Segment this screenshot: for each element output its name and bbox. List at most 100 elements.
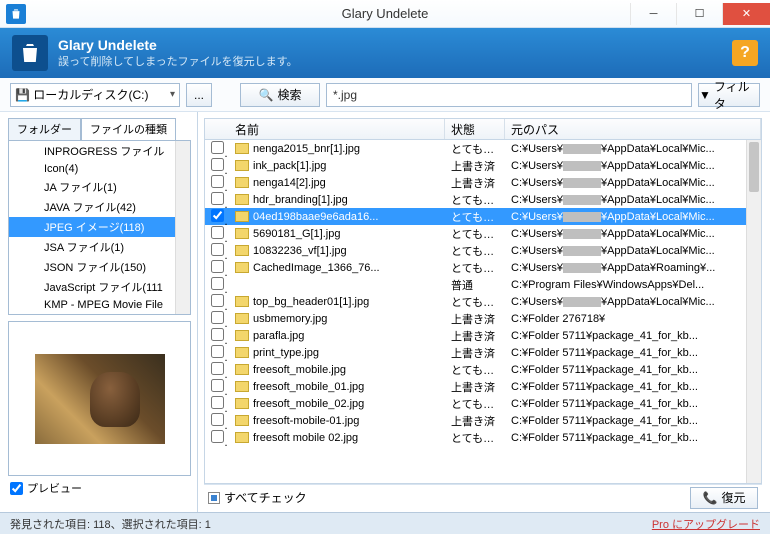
row-checkbox[interactable] xyxy=(211,413,224,426)
file-row[interactable]: freesoft_mobile_01.jpg上書き済C:¥Folder 5711… xyxy=(205,378,761,395)
row-checkbox[interactable] xyxy=(211,141,224,154)
file-name: usbmemory.jpg xyxy=(229,313,445,325)
col-state[interactable]: 状態 xyxy=(445,119,505,139)
file-state: とても良い xyxy=(445,226,505,242)
file-row[interactable]: freesoft-mobile-01.jpg上書き済C:¥Folder 5711… xyxy=(205,412,761,429)
row-checkbox[interactable] xyxy=(211,175,224,188)
browse-button[interactable]: ... xyxy=(186,83,212,107)
col-path[interactable]: 元のパス xyxy=(505,119,761,139)
file-state: 上書き済 xyxy=(445,345,505,361)
tree-item[interactable]: JPEG イメージ(118) xyxy=(9,217,190,237)
search-button[interactable]: 🔍 検索 xyxy=(240,83,320,107)
file-name: parafla.jpg xyxy=(229,330,445,342)
row-checkbox[interactable] xyxy=(211,294,224,307)
row-checkbox[interactable] xyxy=(211,345,224,358)
list-footer: すべてチェック 📞 復元 xyxy=(204,484,762,510)
type-tree[interactable]: INPROGRESS ファイルIcon(4)JA ファイル(1)JAVA ファイ… xyxy=(8,140,191,315)
row-checkbox[interactable] xyxy=(211,209,224,222)
tree-item[interactable]: KMP - MPEG Movie File xyxy=(9,297,190,313)
check-all-input[interactable] xyxy=(208,492,220,504)
row-checkbox[interactable] xyxy=(211,328,224,341)
file-name: print_type.jpg xyxy=(229,347,445,359)
row-checkbox[interactable] xyxy=(211,311,224,324)
row-checkbox[interactable] xyxy=(211,362,224,375)
tree-scrollbar[interactable] xyxy=(175,141,190,314)
file-list[interactable]: nenga2015_bnr[1].jpgとても良いC:¥Users¥¥AppDa… xyxy=(204,140,762,484)
restore-button[interactable]: 📞 復元 xyxy=(690,487,758,509)
tree-item[interactable]: JSON ファイル(150) xyxy=(9,257,190,277)
drive-icon: 💾 xyxy=(15,88,30,102)
drive-select[interactable]: 💾 ローカルディスク(C:) ▾ xyxy=(10,83,180,107)
tree-item[interactable]: JAVA ファイル(42) xyxy=(9,197,190,217)
tab-types[interactable]: ファイルの種類 xyxy=(81,118,176,140)
folder-icon xyxy=(235,211,249,222)
file-row[interactable]: parafla.jpg上書き済C:¥Folder 5711¥package_41… xyxy=(205,327,761,344)
preview-checkbox[interactable]: プレビュー xyxy=(8,476,191,500)
chevron-down-icon: ▾ xyxy=(170,89,175,100)
file-name: freesoft-mobile-01.jpg xyxy=(229,415,445,427)
file-name: ink_pack[1].jpg xyxy=(229,160,445,172)
folder-icon xyxy=(235,245,249,256)
file-row[interactable]: 10832236_vf[1].jpgとても良いC:¥Users¥¥AppData… xyxy=(205,242,761,259)
row-checkbox[interactable] xyxy=(211,430,224,443)
file-path: C:¥Folder 5711¥package_41_for_kb... xyxy=(505,398,745,410)
file-state: とても良い xyxy=(445,396,505,412)
file-row[interactable]: 普通C:¥Program Files¥WindowsApps¥Del... xyxy=(205,276,761,293)
funnel-icon: ▼ xyxy=(699,88,711,102)
file-row[interactable]: CachedImage_1366_76...とても良いC:¥Users¥¥App… xyxy=(205,259,761,276)
row-checkbox[interactable] xyxy=(211,277,224,290)
file-row[interactable]: nenga14[2].jpg上書き済C:¥Users¥¥AppData¥Loca… xyxy=(205,174,761,191)
check-all-label: すべてチェック xyxy=(224,489,307,506)
row-checkbox[interactable] xyxy=(211,396,224,409)
preview-checkbox-input[interactable] xyxy=(10,482,23,495)
help-button[interactable]: ? xyxy=(732,40,758,66)
file-row[interactable]: hdr_branding[1].jpgとても良いC:¥Users¥¥AppDat… xyxy=(205,191,761,208)
row-checkbox[interactable] xyxy=(211,260,224,273)
file-state: 上書き済 xyxy=(445,413,505,429)
file-row[interactable]: freesoft mobile 02.jpgとても良いC:¥Folder 571… xyxy=(205,429,761,446)
row-checkbox[interactable] xyxy=(211,192,224,205)
file-path: C:¥Users¥¥AppData¥Local¥Mic... xyxy=(505,245,745,257)
left-tabs: フォルダー ファイルの種類 xyxy=(8,118,191,140)
filter-input[interactable]: *.jpg xyxy=(326,83,692,107)
row-checkbox[interactable] xyxy=(211,379,224,392)
file-state: とても良い xyxy=(445,294,505,310)
tree-item[interactable]: Icon(4) xyxy=(9,161,190,177)
file-row[interactable]: freesoft_mobile_02.jpgとても良いC:¥Folder 571… xyxy=(205,395,761,412)
file-row[interactable]: usbmemory.jpg上書き済C:¥Folder 276718¥ xyxy=(205,310,761,327)
row-checkbox[interactable] xyxy=(211,158,224,171)
col-name[interactable]: 名前 xyxy=(229,119,445,139)
close-button[interactable]: ✕ xyxy=(722,3,770,25)
list-scrollbar[interactable] xyxy=(746,140,761,483)
drive-label: ローカルディスク(C:) xyxy=(33,86,148,103)
check-all[interactable]: すべてチェック xyxy=(208,489,307,506)
upgrade-link[interactable]: Pro にアップグレード xyxy=(652,516,760,532)
tree-item[interactable]: JavaScript ファイル(111 xyxy=(9,277,190,297)
phone-icon: 📞 xyxy=(703,491,718,505)
row-checkbox[interactable] xyxy=(211,243,224,256)
file-type-icon xyxy=(29,300,41,310)
file-row[interactable]: freesoft_mobile.jpgとても良いC:¥Folder 5711¥p… xyxy=(205,361,761,378)
file-row[interactable]: nenga2015_bnr[1].jpgとても良いC:¥Users¥¥AppDa… xyxy=(205,140,761,157)
folder-icon xyxy=(235,160,249,171)
file-type-icon xyxy=(29,223,41,233)
file-row[interactable]: 04ed198baae9e6ada16...とても良いC:¥Users¥¥App… xyxy=(205,208,761,225)
row-checkbox[interactable] xyxy=(211,226,224,239)
tree-item[interactable]: INPROGRESS ファイル xyxy=(9,141,190,161)
file-row[interactable]: print_type.jpg上書き済C:¥Folder 5711¥package… xyxy=(205,344,761,361)
tree-item[interactable]: JA ファイル(1) xyxy=(9,177,190,197)
toolbar: 💾 ローカルディスク(C:) ▾ ... 🔍 検索 *.jpg ▼ フィルタ xyxy=(0,78,770,112)
minimize-button[interactable]: ─ xyxy=(630,3,676,25)
filter-button[interactable]: ▼ フィルタ xyxy=(698,83,760,107)
folder-icon xyxy=(235,364,249,375)
tree-item[interactable]: KMPlayer.swff(5) xyxy=(9,313,190,315)
file-name: 5690181_G[1].jpg xyxy=(229,228,445,240)
file-row[interactable]: ink_pack[1].jpg上書き済C:¥Users¥¥AppData¥Loc… xyxy=(205,157,761,174)
tree-item[interactable]: JSA ファイル(1) xyxy=(9,237,190,257)
maximize-button[interactable]: ☐ xyxy=(676,3,722,25)
file-path: C:¥Folder 5711¥package_41_for_kb... xyxy=(505,330,745,342)
file-row[interactable]: top_bg_header01[1].jpgとても良いC:¥Users¥¥App… xyxy=(205,293,761,310)
tab-folder[interactable]: フォルダー xyxy=(8,118,81,140)
file-row[interactable]: 5690181_G[1].jpgとても良いC:¥Users¥¥AppData¥L… xyxy=(205,225,761,242)
file-name: top_bg_header01[1].jpg xyxy=(229,296,445,308)
